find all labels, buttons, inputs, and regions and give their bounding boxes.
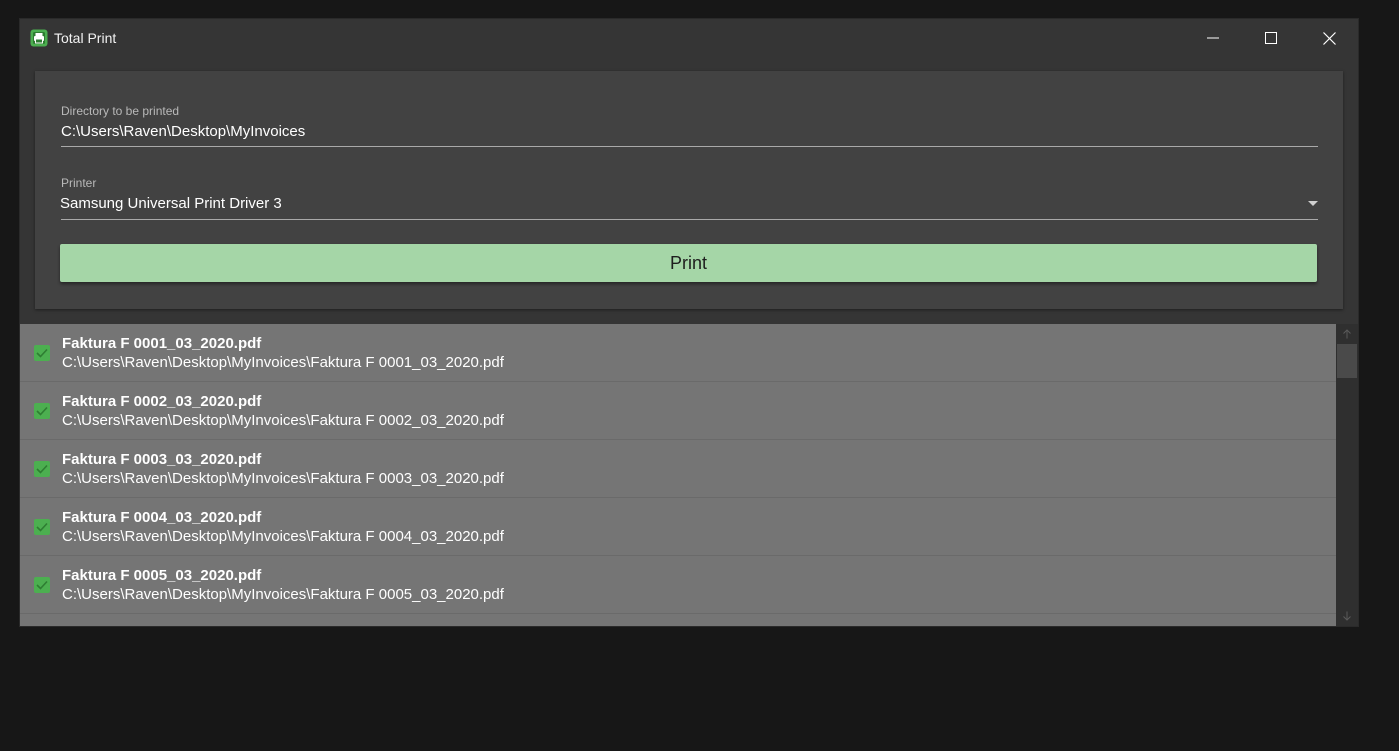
file-path: C:\Users\Raven\Desktop\MyInvoices\Faktur… bbox=[62, 354, 504, 371]
printer-icon bbox=[30, 29, 48, 47]
minimize-icon bbox=[1207, 37, 1219, 39]
list-item[interactable]: Faktura F 0003_03_2020.pdf C:\Users\Rave… bbox=[20, 440, 1336, 498]
list-scrollbar[interactable] bbox=[1336, 324, 1358, 626]
file-path: C:\Users\Raven\Desktop\MyInvoices\Faktur… bbox=[62, 470, 504, 487]
settings-card: Directory to be printed C:\Users\Raven\D… bbox=[35, 71, 1343, 309]
list-item[interactable]: Faktura F 0002_03_2020.pdf C:\Users\Rave… bbox=[20, 382, 1336, 440]
scroll-thumb[interactable] bbox=[1337, 344, 1357, 378]
scroll-up-button[interactable] bbox=[1336, 324, 1358, 344]
printer-underline bbox=[61, 219, 1318, 220]
close-button[interactable] bbox=[1300, 19, 1358, 57]
file-path: C:\Users\Raven\Desktop\MyInvoices\Faktur… bbox=[62, 412, 504, 429]
file-list: Faktura F 0001_03_2020.pdf C:\Users\Rave… bbox=[20, 324, 1336, 626]
file-checkbox[interactable] bbox=[34, 403, 50, 419]
file-checkbox[interactable] bbox=[34, 577, 50, 593]
file-name: Faktura F 0002_03_2020.pdf bbox=[62, 393, 262, 410]
directory-label: Directory to be printed bbox=[61, 104, 180, 118]
checkmark-icon bbox=[36, 580, 48, 590]
title-bar[interactable]: Total Print bbox=[20, 19, 1358, 57]
file-checkbox[interactable] bbox=[34, 461, 50, 477]
printer-select[interactable]: Samsung Universal Print Driver 3 bbox=[60, 195, 1316, 213]
arrow-up-icon bbox=[1343, 329, 1351, 339]
list-item[interactable]: Faktura F 0004_03_2020.pdf C:\Users\Rave… bbox=[20, 498, 1336, 556]
list-item[interactable]: Faktura F 0005_03_2020.pdf C:\Users\Rave… bbox=[20, 556, 1336, 614]
file-name: Faktura F 0001_03_2020.pdf bbox=[62, 335, 262, 352]
file-name: Faktura F 0004_03_2020.pdf bbox=[62, 509, 262, 526]
checkmark-icon bbox=[36, 522, 48, 532]
checkmark-icon bbox=[36, 348, 48, 358]
print-button[interactable]: Print bbox=[60, 244, 1317, 282]
checkmark-icon bbox=[36, 406, 48, 416]
scroll-down-button[interactable] bbox=[1336, 606, 1358, 626]
file-name: Faktura F 0005_03_2020.pdf bbox=[62, 567, 262, 584]
window-title: Total Print bbox=[54, 30, 117, 46]
arrow-down-icon bbox=[1343, 611, 1351, 621]
directory-underline bbox=[61, 146, 1318, 147]
app-window: Total Print Directory to be printed C:\U… bbox=[20, 19, 1358, 626]
file-checkbox[interactable] bbox=[34, 519, 50, 535]
maximize-icon bbox=[1265, 32, 1277, 44]
minimize-button[interactable] bbox=[1184, 19, 1242, 57]
file-path: C:\Users\Raven\Desktop\MyInvoices\Faktur… bbox=[62, 586, 504, 603]
dropdown-arrow-icon[interactable] bbox=[1308, 201, 1318, 206]
checkmark-icon bbox=[36, 464, 48, 474]
file-name: Faktura F 0003_03_2020.pdf bbox=[62, 451, 262, 468]
file-path: C:\Users\Raven\Desktop\MyInvoices\Faktur… bbox=[62, 528, 504, 545]
maximize-button[interactable] bbox=[1242, 19, 1300, 57]
list-item[interactable]: Faktura F 0001_03_2020.pdf C:\Users\Rave… bbox=[20, 324, 1336, 382]
printer-label: Printer bbox=[61, 176, 97, 190]
file-checkbox[interactable] bbox=[34, 345, 50, 361]
directory-input[interactable]: C:\Users\Raven\Desktop\MyInvoices bbox=[61, 123, 1317, 141]
close-icon bbox=[1322, 31, 1336, 45]
